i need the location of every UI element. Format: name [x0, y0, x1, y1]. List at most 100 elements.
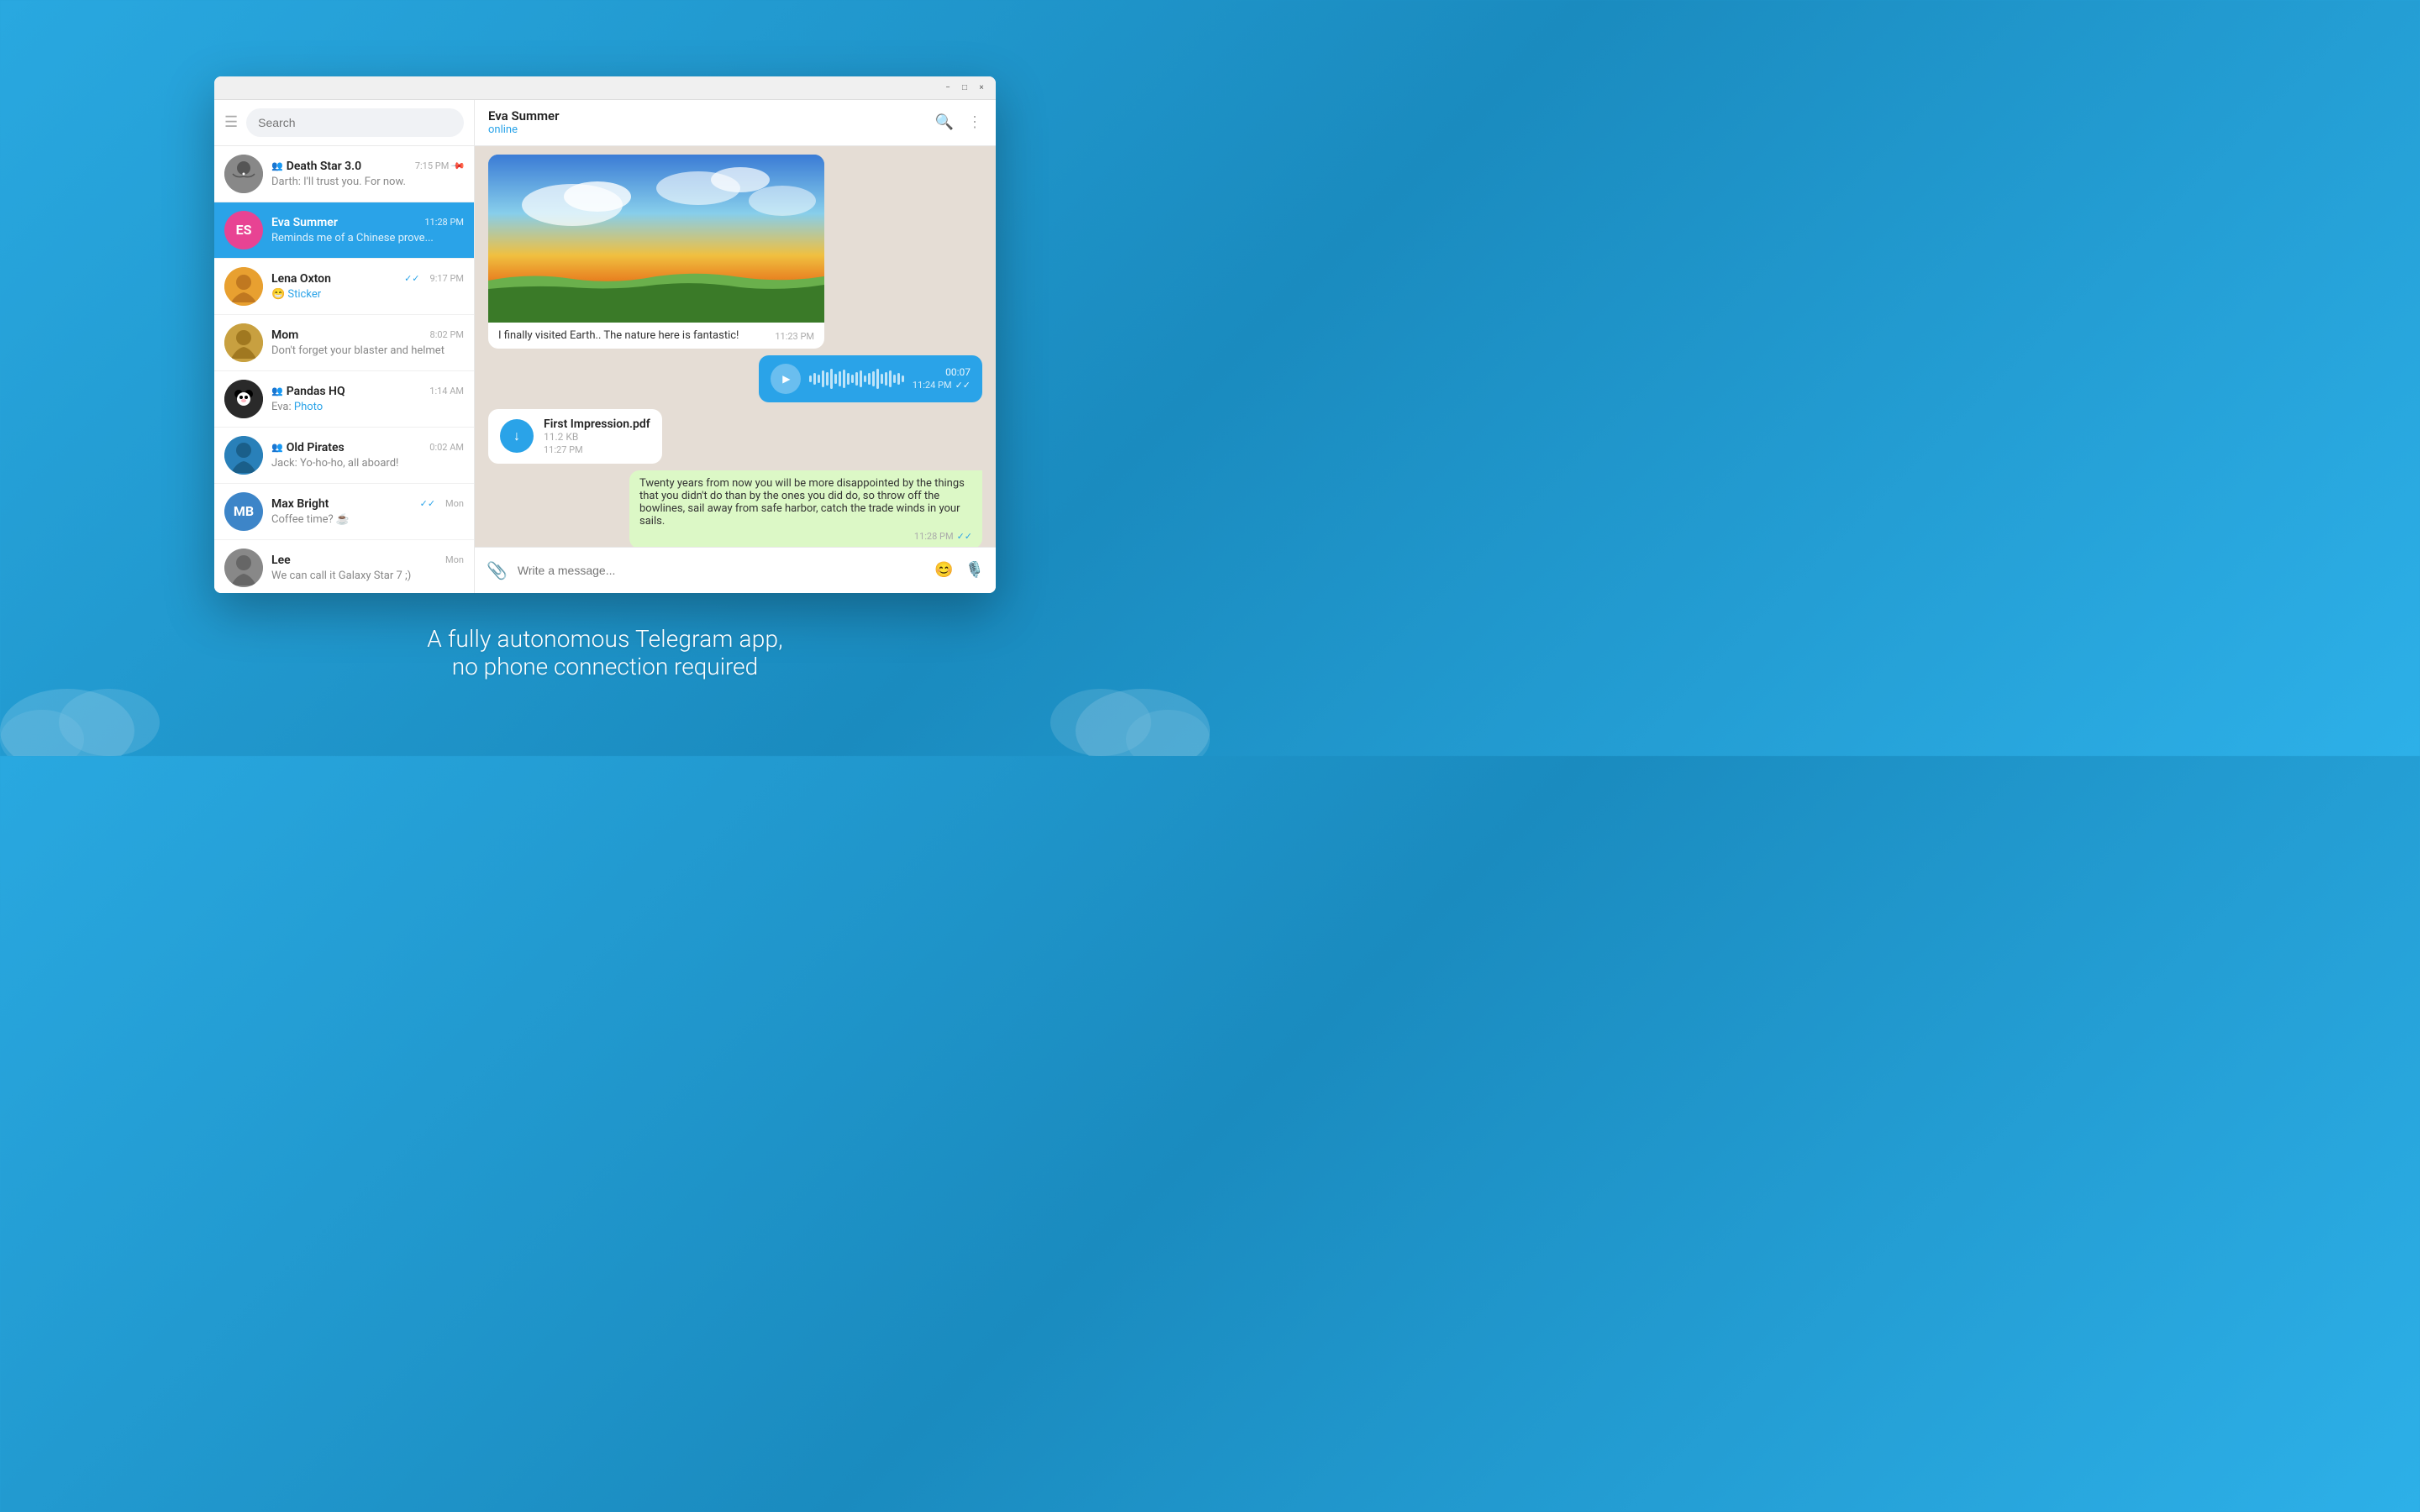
chat-contact-name: Eva Summer [488, 108, 935, 123]
avatar-lena-oxton [224, 267, 263, 306]
waveform-bar [830, 369, 833, 389]
chat-item-lena-oxton[interactable]: Lena Oxton ✓✓ 9:17 PM 😁 Sticker [214, 259, 474, 315]
chat-time-pandas-hq: 1:14 AM [429, 386, 464, 396]
chat-info-eva-summer: Eva Summer 11:28 PM Reminds me of a Chin… [271, 216, 464, 244]
chat-area: Eva Summer online 🔍 ⋮ [475, 100, 996, 593]
messages-area: I finally visited Earth.. The nature her… [475, 146, 996, 547]
title-bar: − □ × [214, 76, 996, 100]
microphone-icon[interactable]: 🎙️ [965, 561, 984, 579]
waveform-bar [855, 372, 858, 386]
chat-time-mom: 8:02 PM [430, 329, 464, 340]
attach-icon[interactable]: 📎 [487, 560, 508, 580]
emoji-icon[interactable]: 😊 [934, 561, 953, 579]
chat-input-area: 📎 😊 🎙️ [475, 547, 996, 593]
chat-preview-lena-oxton: 😁 Sticker [271, 288, 464, 301]
chat-time-eva-summer: 11:28 PM [424, 217, 464, 228]
chat-item-old-pirates[interactable]: 👥 Old Pirates 0:02 AM Jack: Yo-ho-ho, al… [214, 428, 474, 484]
chat-info-death-star: 👥 Death Star 3.0 7:15 PM 📌 Darth: I'll t… [271, 160, 464, 188]
waveform-bar [872, 371, 875, 386]
chat-item-lee[interactable]: Lee Mon We can call it Galaxy Star 7 ;) [214, 540, 474, 593]
waveform-bar [809, 375, 812, 382]
chat-name-pandas-hq: 👥 Pandas HQ [271, 385, 345, 398]
message-text-long: Twenty years from now you will be more d… [629, 470, 982, 547]
chat-contact-status: online [488, 123, 935, 136]
waveform-bar [902, 375, 904, 382]
chat-name-eva-summer: Eva Summer [271, 216, 338, 229]
waveform-bar [860, 370, 862, 387]
sky-image [488, 155, 824, 323]
waveform-bar [813, 373, 816, 385]
double-check-lena: ✓✓ [404, 273, 419, 284]
sidebar: ☰ 👥 Death Star 3.0 [214, 100, 475, 593]
photo-caption: I finally visited Earth.. The nature her… [488, 323, 824, 349]
chat-info-max-bright: Max Bright ✓✓ Mon Coffee time? ☕ [271, 497, 464, 526]
search-input[interactable] [246, 108, 464, 137]
avatar-death-star [224, 155, 263, 193]
waveform-bar [847, 373, 850, 385]
chat-item-eva-summer[interactable]: ES Eva Summer 11:28 PM Reminds me of a C… [214, 202, 474, 259]
message-input[interactable] [518, 564, 924, 577]
voice-info: 00:07 11:24 PM ✓✓ [913, 366, 971, 391]
message-text-content: Twenty years from now you will be more d… [639, 477, 965, 528]
input-actions: 😊 🎙️ [934, 561, 984, 579]
chat-preview-eva-summer: Reminds me of a Chinese prove... [271, 232, 464, 244]
group-icon-pirates: 👥 [271, 442, 283, 453]
file-download-icon[interactable]: ↓ [500, 419, 534, 453]
waveform-bar [885, 372, 887, 386]
voice-check: ✓✓ [955, 380, 971, 391]
cloud-decoration-right [1042, 655, 1210, 756]
chat-preview-death-star: Darth: I'll trust you. For now. [271, 176, 464, 188]
voice-time-row: 11:24 PM ✓✓ [913, 380, 971, 391]
chat-item-mom[interactable]: Mom 8:02 PM Don't forget your blaster an… [214, 315, 474, 371]
cloud-decoration-left [0, 655, 168, 756]
waveform-bar [826, 372, 829, 386]
waveform-bar [843, 370, 845, 388]
group-icon-pandas: 👥 [271, 386, 283, 396]
chat-info-pandas-hq: 👥 Pandas HQ 1:14 AM Eva: Photo [271, 385, 464, 413]
avatar-eva-summer: ES [224, 211, 263, 249]
chat-name-lee: Lee [271, 554, 291, 567]
message-voice: 00:07 11:24 PM ✓✓ [759, 355, 982, 402]
app-window: − □ × ☰ [214, 76, 996, 593]
hamburger-icon[interactable]: ☰ [224, 113, 238, 131]
chat-preview-lee: We can call it Galaxy Star 7 ;) [271, 570, 464, 582]
waveform-bar [868, 373, 871, 385]
avatar-old-pirates [224, 436, 263, 475]
tagline-line2: no phone connection required [427, 653, 783, 680]
waveform-bar [839, 371, 841, 386]
waveform-bar [881, 374, 883, 384]
chat-item-death-star[interactable]: 👥 Death Star 3.0 7:15 PM 📌 Darth: I'll t… [214, 146, 474, 202]
chat-time-lee: Mon [445, 554, 464, 565]
chat-info-lena-oxton: Lena Oxton ✓✓ 9:17 PM 😁 Sticker [271, 272, 464, 301]
waveform-bar [834, 374, 837, 384]
chat-item-pandas-hq[interactable]: 👥 Pandas HQ 1:14 AM Eva: Photo [214, 371, 474, 428]
play-button[interactable] [771, 364, 801, 394]
double-check-max: ✓✓ [420, 498, 435, 509]
chat-info-old-pirates: 👥 Old Pirates 0:02 AM Jack: Yo-ho-ho, al… [271, 441, 464, 470]
chat-time-death-star: 7:15 PM [415, 160, 449, 171]
app-body: ☰ 👥 Death Star 3.0 [214, 100, 996, 593]
voice-time: 11:24 PM [913, 380, 952, 391]
group-icon: 👥 [271, 160, 283, 171]
waveform-bar [889, 370, 892, 387]
pin-icon: 📌 [450, 158, 466, 174]
waveform-bar [822, 370, 824, 387]
file-size: 11.2 KB [544, 431, 650, 443]
chat-header-info: Eva Summer online [488, 108, 935, 136]
maximize-button[interactable]: □ [959, 81, 971, 93]
search-icon[interactable]: 🔍 [935, 113, 954, 131]
waveform-bar [893, 375, 896, 383]
waveform-bar [864, 375, 866, 382]
chat-header-actions: 🔍 ⋮ [935, 113, 982, 131]
close-button[interactable]: × [976, 81, 987, 93]
chat-name-max-bright: Max Bright [271, 497, 329, 511]
minimize-button[interactable]: − [942, 81, 954, 93]
chat-time-max-bright: Mon [445, 498, 464, 509]
chat-name-old-pirates: 👥 Old Pirates [271, 441, 345, 454]
chat-item-max-bright[interactable]: MB Max Bright ✓✓ Mon Coffee time? ☕ [214, 484, 474, 540]
chat-preview-old-pirates: Jack: Yo-ho-ho, all aboard! [271, 457, 464, 470]
more-icon[interactable]: ⋮ [967, 113, 982, 131]
chat-info-mom: Mom 8:02 PM Don't forget your blaster an… [271, 328, 464, 357]
avatar-max-bright: MB [224, 492, 263, 531]
waveform-bar [876, 369, 879, 389]
